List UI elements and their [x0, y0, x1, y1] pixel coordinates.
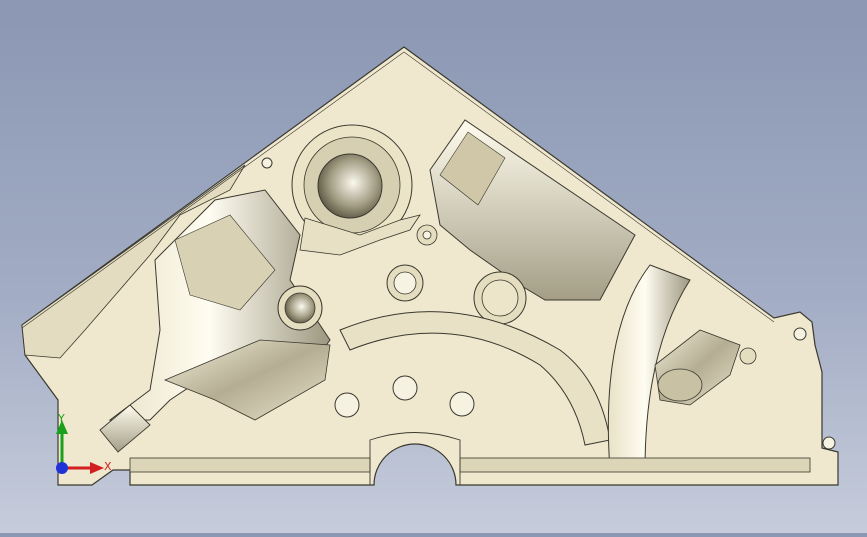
main-bore[interactable]: [317, 153, 383, 219]
y-axis-label: Y: [58, 412, 65, 425]
bolt-hole[interactable]: [481, 279, 519, 317]
small-hole[interactable]: [261, 157, 273, 169]
cad-graphics-viewport[interactable]: X Y: [0, 0, 867, 533]
bottom-flange-right: [459, 457, 811, 473]
ear-hole[interactable]: [822, 436, 836, 450]
cad-part-model[interactable]: [0, 0, 867, 533]
axis-triad: X Y: [48, 410, 118, 480]
round-hole[interactable]: [334, 392, 360, 418]
z-axis-dot: [56, 462, 68, 474]
x-axis-arrowhead: [90, 462, 104, 474]
x-axis-label: X: [104, 460, 112, 473]
ear-hole[interactable]: [793, 327, 807, 341]
bolt-hole[interactable]: [284, 292, 316, 324]
fitting-port: [657, 368, 703, 402]
boss-ring: [739, 347, 757, 365]
bolt-hole[interactable]: [393, 271, 417, 295]
bottom-flange-left: [129, 457, 371, 473]
round-hole[interactable]: [392, 375, 418, 401]
bolt-hole[interactable]: [422, 230, 432, 240]
round-hole[interactable]: [449, 391, 475, 417]
